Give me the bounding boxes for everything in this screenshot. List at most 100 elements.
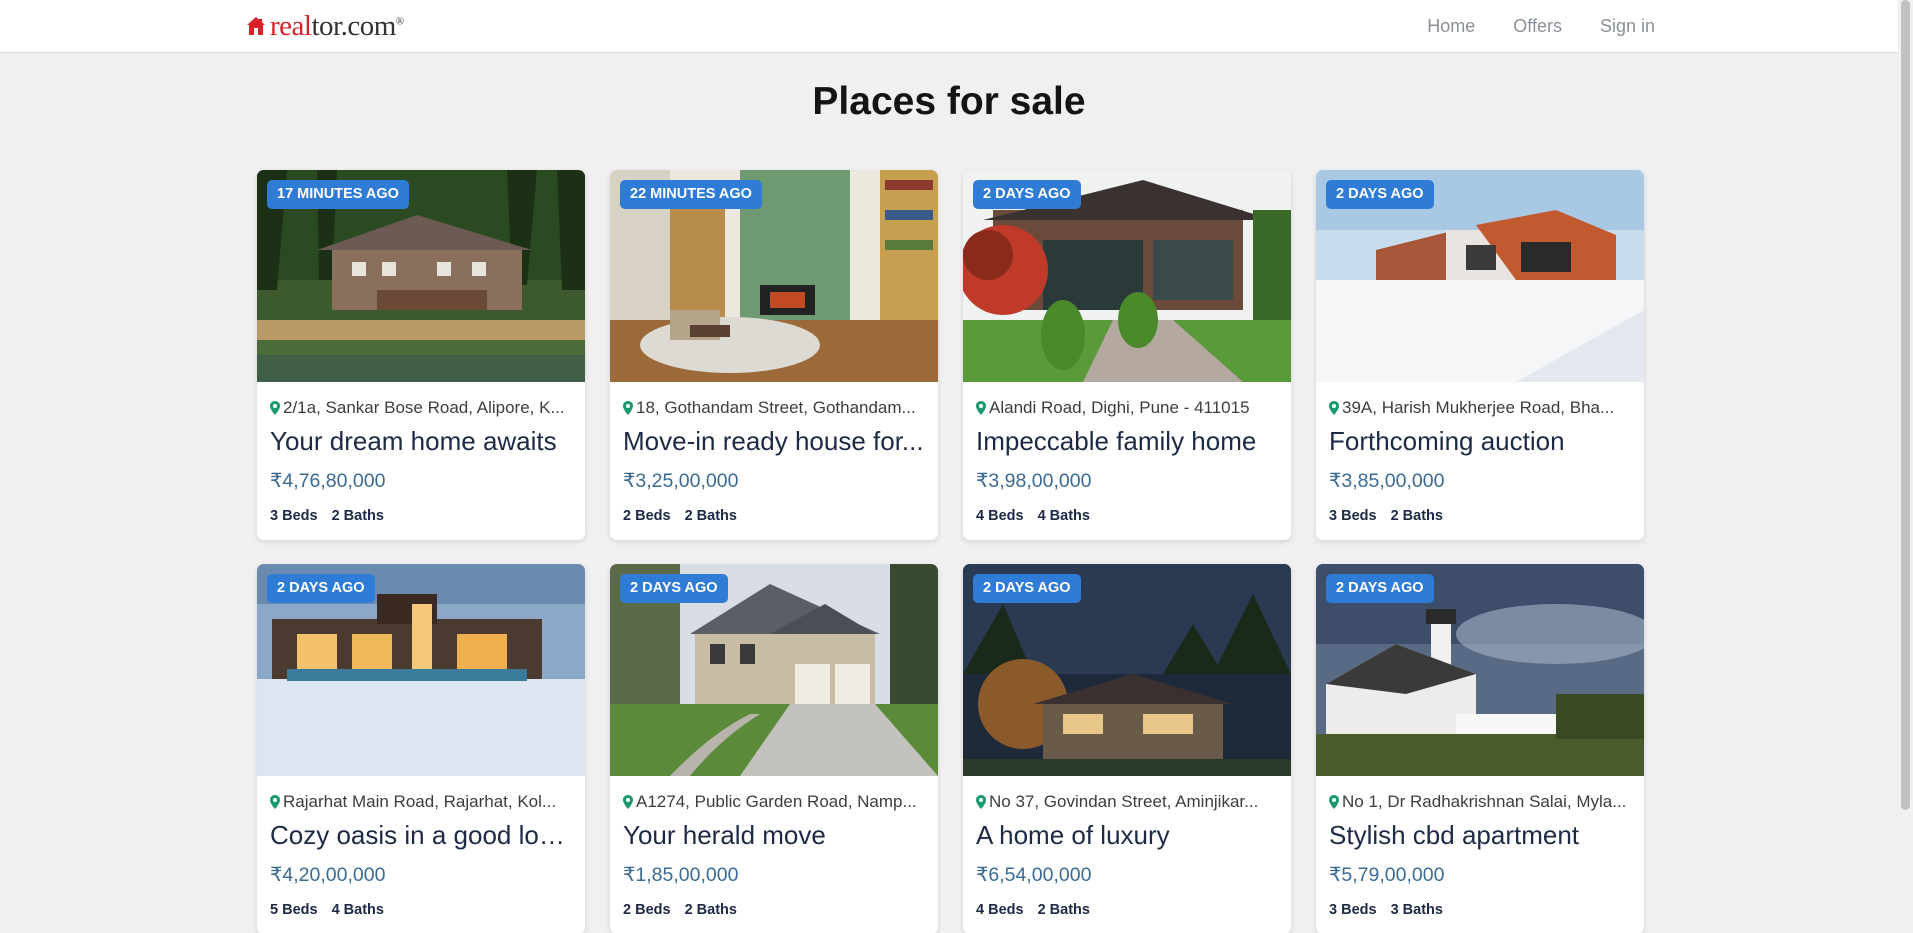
listing-address: Alandi Road, Dighi, Pune - 411015 [976, 398, 1279, 418]
listing-baths: 3 Baths [1390, 902, 1443, 919]
listing-address-text: Rajarhat Main Road, Rajarhat, Kol... [283, 792, 557, 811]
listing-beds: 4 Beds [976, 508, 1024, 525]
listing-baths: 2 Baths [684, 508, 737, 525]
listing-title[interactable]: Your herald move [623, 820, 926, 851]
listing-price: ₹3,98,00,000 [976, 470, 1092, 493]
posted-time-badge: 2 DAYS AGO [973, 180, 1081, 209]
listing-card[interactable]: 17 MINUTES AGO 2/1a, Sankar Bose Road, A… [257, 170, 585, 540]
top-navbar: realtor.com® Home Offers Sign in [0, 0, 1898, 53]
listing-baths: 2 Baths [684, 902, 737, 919]
map-pin-icon [1329, 401, 1339, 415]
posted-time-badge: 2 DAYS AGO [267, 574, 375, 603]
listing-card[interactable]: 22 MINUTES AGO 18, Gothandam Street, Got… [610, 170, 938, 540]
listing-address: No 1, Dr Radhakrishnan Salai, Myla... [1329, 792, 1632, 812]
listing-beds: 5 Beds [270, 902, 318, 919]
listing-photo[interactable]: 2 DAYS AGO [610, 564, 938, 776]
listing-address: 18, Gothandam Street, Gothandam... [623, 398, 926, 418]
listing-baths: 4 Baths [331, 902, 384, 919]
listing-price: ₹4,20,00,000 [270, 864, 386, 887]
listing-address: A1274, Public Garden Road, Namp... [623, 792, 926, 812]
page-title: Places for sale [812, 80, 1086, 123]
listing-beds: 3 Beds [270, 508, 318, 525]
listing-title[interactable]: Impeccable family home [976, 426, 1279, 457]
listing-photo[interactable]: 2 DAYS AGO [963, 564, 1291, 776]
listing-price: ₹5,79,00,000 [1329, 864, 1445, 887]
page-scrollbar[interactable] [1898, 0, 1913, 933]
listing-address: No 37, Govindan Street, Aminjikar... [976, 792, 1279, 812]
listing-title[interactable]: Cozy oasis in a good loc... [270, 820, 573, 851]
posted-time-badge: 22 MINUTES AGO [620, 180, 762, 209]
realtor-logo[interactable]: realtor.com® [245, 8, 404, 44]
logo-wordmark: realtor.com® [270, 9, 404, 42]
listing-specs: 4 Beds 2 Baths [976, 902, 1279, 918]
posted-time-badge: 2 DAYS AGO [1326, 574, 1434, 603]
listing-address: 39A, Harish Mukherjee Road, Bha... [1329, 398, 1632, 418]
listing-specs: 5 Beds 4 Baths [270, 902, 573, 918]
listing-address-text: No 37, Govindan Street, Aminjikar... [989, 792, 1259, 811]
listing-card[interactable]: 2 DAYS AGO A1274, Public Garden Road, Na… [610, 564, 938, 933]
nav-links: Home Offers Sign in [1389, 0, 1655, 52]
listing-specs: 2 Beds 2 Baths [623, 508, 926, 524]
listing-address-text: 18, Gothandam Street, Gothandam... [636, 398, 916, 417]
listing-card[interactable]: 2 DAYS AGO 39A, Harish Mukherjee Road, B… [1316, 170, 1644, 540]
listing-address-text: No 1, Dr Radhakrishnan Salai, Myla... [1342, 792, 1627, 811]
listing-photo[interactable]: 2 DAYS AGO [1316, 564, 1644, 776]
listing-beds: 4 Beds [976, 902, 1024, 919]
map-pin-icon [623, 795, 633, 809]
listing-card[interactable]: 2 DAYS AGO Rajarhat Main Road, Rajarhat,… [257, 564, 585, 933]
listing-price: ₹1,85,00,000 [623, 864, 739, 887]
listing-card[interactable]: 2 DAYS AGO Alandi Road, Dighi, Pune - 41… [963, 170, 1291, 540]
posted-time-badge: 2 DAYS AGO [1326, 180, 1434, 209]
listing-baths: 2 Baths [331, 508, 384, 525]
listing-price: ₹3,25,00,000 [623, 470, 739, 493]
listing-card[interactable]: 2 DAYS AGO No 37, Govindan Street, Aminj… [963, 564, 1291, 933]
listing-beds: 2 Beds [623, 508, 671, 525]
listing-specs: 3 Beds 3 Baths [1329, 902, 1632, 918]
house-icon [247, 17, 265, 35]
map-pin-icon [623, 401, 633, 415]
listing-photo[interactable]: 2 DAYS AGO [963, 170, 1291, 382]
nav-home[interactable]: Home [1427, 16, 1475, 37]
posted-time-badge: 17 MINUTES AGO [267, 180, 409, 209]
listing-beds: 2 Beds [623, 902, 671, 919]
map-pin-icon [976, 795, 986, 809]
listing-photo[interactable]: 2 DAYS AGO [1316, 170, 1644, 382]
listing-photo[interactable]: 2 DAYS AGO [257, 564, 585, 776]
listing-title[interactable]: Move-in ready house for... [623, 426, 926, 457]
posted-time-badge: 2 DAYS AGO [973, 574, 1081, 603]
listing-specs: 2 Beds 2 Baths [623, 902, 926, 918]
listing-address-text: Alandi Road, Dighi, Pune - 411015 [989, 398, 1250, 417]
map-pin-icon [270, 401, 280, 415]
listing-photo[interactable]: 22 MINUTES AGO [610, 170, 938, 382]
listing-photo[interactable]: 17 MINUTES AGO [257, 170, 585, 382]
listing-address: Rajarhat Main Road, Rajarhat, Kol... [270, 792, 573, 812]
map-pin-icon [270, 795, 280, 809]
listing-title[interactable]: Stylish cbd apartment [1329, 820, 1632, 851]
map-pin-icon [976, 401, 986, 415]
listing-address: 2/1a, Sankar Bose Road, Alipore, K... [270, 398, 573, 418]
listing-address-text: 39A, Harish Mukherjee Road, Bha... [1342, 398, 1615, 417]
listing-card[interactable]: 2 DAYS AGO No 1, Dr Radhakrishnan Salai,… [1316, 564, 1644, 933]
map-pin-icon [1329, 795, 1339, 809]
scrollbar-thumb[interactable] [1901, 0, 1910, 810]
listing-baths: 2 Baths [1037, 902, 1090, 919]
nav-sign-in[interactable]: Sign in [1600, 16, 1655, 37]
listing-title[interactable]: A home of luxury [976, 820, 1279, 851]
listing-baths: 4 Baths [1037, 508, 1090, 525]
posted-time-badge: 2 DAYS AGO [620, 574, 728, 603]
listings-grid: 17 MINUTES AGO 2/1a, Sankar Bose Road, A… [257, 170, 1644, 933]
listing-specs: 3 Beds 2 Baths [1329, 508, 1632, 524]
listing-address-text: A1274, Public Garden Road, Namp... [636, 792, 917, 811]
listing-beds: 3 Beds [1329, 902, 1377, 919]
listing-price: ₹4,76,80,000 [270, 470, 386, 493]
listing-specs: 3 Beds 2 Baths [270, 508, 573, 524]
listing-specs: 4 Beds 4 Baths [976, 508, 1279, 524]
listing-title[interactable]: Forthcoming auction [1329, 426, 1632, 457]
listing-title[interactable]: Your dream home awaits [270, 426, 573, 457]
listing-price: ₹6,54,00,000 [976, 864, 1092, 887]
nav-offers[interactable]: Offers [1513, 16, 1562, 37]
listing-address-text: 2/1a, Sankar Bose Road, Alipore, K... [283, 398, 565, 417]
listing-price: ₹3,85,00,000 [1329, 470, 1445, 493]
listing-baths: 2 Baths [1390, 508, 1443, 525]
listing-beds: 3 Beds [1329, 508, 1377, 525]
